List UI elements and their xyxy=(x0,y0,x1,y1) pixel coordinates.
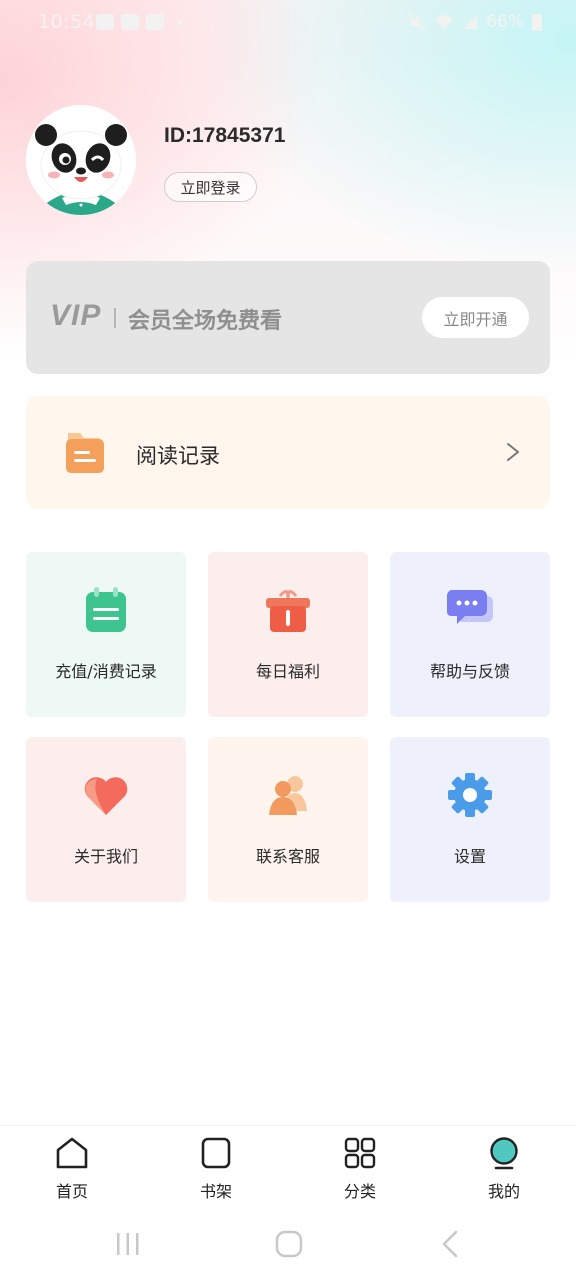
heart-icon xyxy=(84,777,128,815)
nav-label: 分类 xyxy=(343,1182,376,1201)
vip-card[interactable]: VIP 会员全场免费看 立即开通 xyxy=(26,261,550,374)
tile-label: 联系客服 xyxy=(255,847,320,866)
panda-avatar-icon xyxy=(26,105,136,215)
mute-icon xyxy=(408,13,426,31)
vip-promo-text: 会员全场免费看 xyxy=(128,309,283,334)
tile-settings[interactable]: 设置 xyxy=(390,737,550,902)
battery-icon xyxy=(532,13,542,31)
system-navigation-bar xyxy=(0,1212,576,1280)
bottom-nav-divider xyxy=(0,1125,576,1126)
nav-label: 书架 xyxy=(199,1182,232,1201)
more-notifications-icon xyxy=(177,19,182,25)
battery-percent: 66% xyxy=(486,12,524,32)
gift-icon xyxy=(266,590,310,632)
vip-activate-button[interactable]: 立即开通 xyxy=(422,297,529,338)
status-bar: 10:54 66% xyxy=(0,0,576,46)
nav-label: 我的 xyxy=(487,1182,520,1201)
nav-bookshelf[interactable]: 书架 xyxy=(166,1130,266,1210)
reading-record-row[interactable]: 阅读记录 xyxy=(26,396,550,509)
tile-help-feedback[interactable]: 帮助与反馈 xyxy=(390,552,550,717)
login-button[interactable]: 立即登录 xyxy=(164,172,257,202)
status-time: 10:54 xyxy=(38,11,96,33)
category-grid-icon xyxy=(344,1137,376,1169)
home-system-icon[interactable] xyxy=(274,1229,304,1259)
nav-home[interactable]: 首页 xyxy=(22,1130,122,1210)
tile-about-us[interactable]: 关于我们 xyxy=(26,737,186,902)
reading-record-label: 阅读记录 xyxy=(136,444,220,468)
profile-globe-icon xyxy=(490,1137,518,1170)
back-icon[interactable] xyxy=(440,1229,460,1259)
user-id: ID:17845371 xyxy=(164,124,286,147)
notification-icons xyxy=(96,14,182,30)
gear-icon xyxy=(448,773,492,817)
home-icon xyxy=(56,1137,88,1169)
nav-category[interactable]: 分类 xyxy=(310,1130,410,1210)
tile-contact-service[interactable]: 联系客服 xyxy=(208,737,368,902)
bookshelf-icon xyxy=(201,1137,231,1169)
nav-mine[interactable]: 我的 xyxy=(454,1130,554,1210)
avatar[interactable] xyxy=(26,105,136,215)
chat-bubble-icon xyxy=(446,590,493,624)
tile-label: 每日福利 xyxy=(255,662,320,681)
vip-logo: VIP xyxy=(50,299,102,332)
tile-daily-welfare[interactable]: 每日福利 xyxy=(208,552,368,717)
nav-label: 首页 xyxy=(55,1182,88,1201)
tile-label: 充值/消费记录 xyxy=(55,662,157,681)
signal-icon xyxy=(463,15,478,29)
layers-notification-icon xyxy=(121,14,139,30)
tile-recharge-records[interactable]: 充值/消费记录 xyxy=(26,552,186,717)
folder-icon xyxy=(66,433,104,473)
vip-divider xyxy=(114,308,116,328)
wifi-icon xyxy=(435,15,454,29)
tile-label: 帮助与反馈 xyxy=(429,662,510,681)
customer-service-icon xyxy=(269,776,307,815)
recent-apps-icon[interactable] xyxy=(114,1230,142,1258)
system-status-icons: 66% xyxy=(408,12,542,32)
tile-label: 关于我们 xyxy=(73,847,138,866)
calendar-icon xyxy=(86,587,126,632)
tile-label: 设置 xyxy=(453,847,486,866)
chevron-right-icon xyxy=(507,443,519,461)
check-notification-icon xyxy=(146,14,164,30)
image-notification-icon xyxy=(96,14,114,30)
